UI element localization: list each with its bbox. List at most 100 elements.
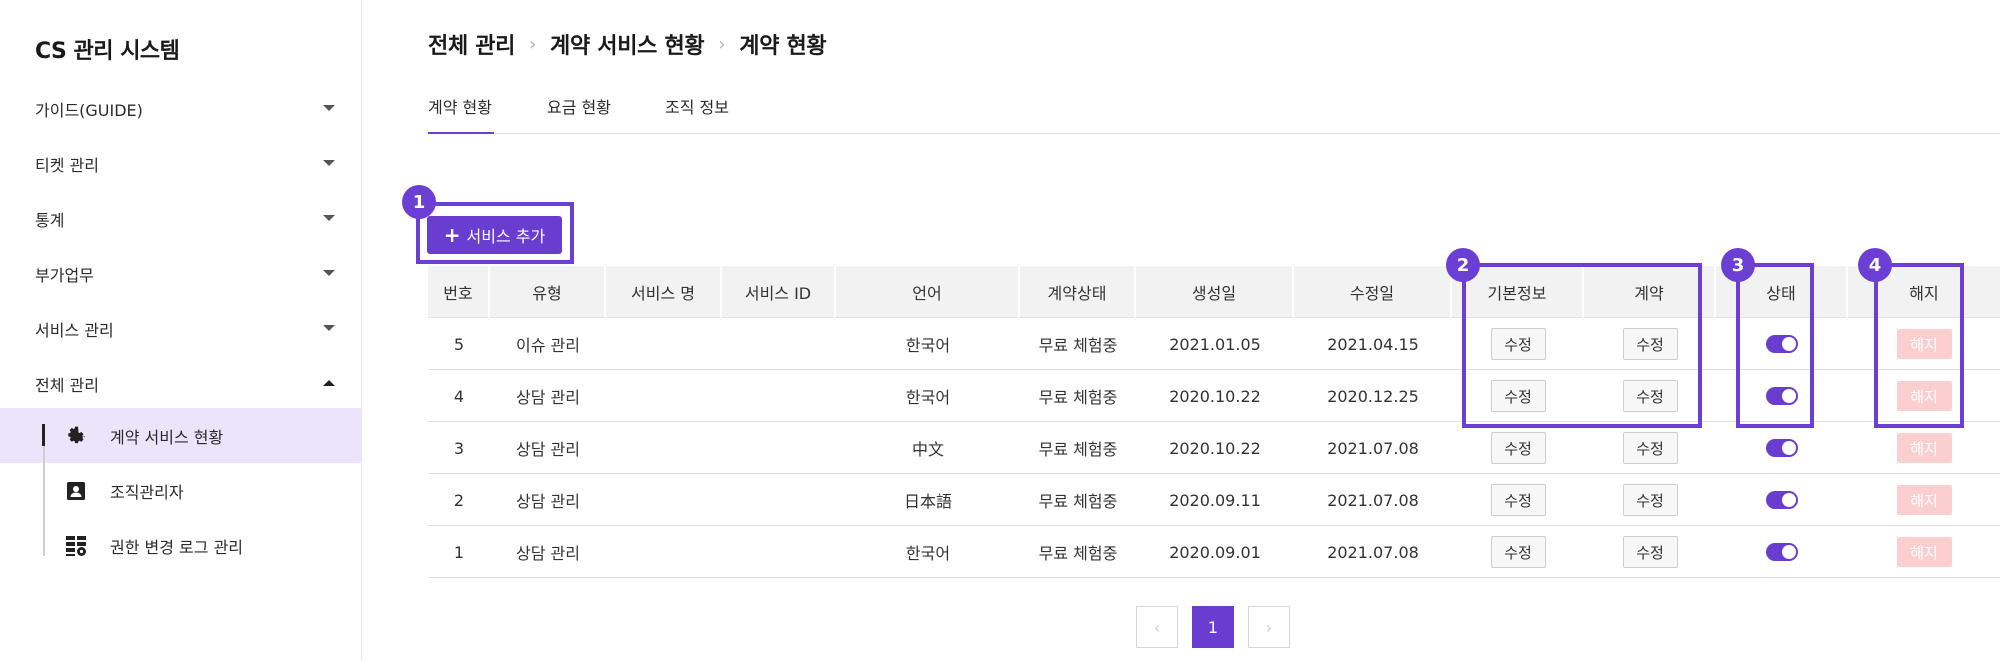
cell-cancel: 해지 xyxy=(1848,474,2000,526)
edit-basic-info-button[interactable]: 수정 xyxy=(1490,536,1546,568)
annotation-badge-3: 3 xyxy=(1721,248,1755,282)
chevron-up-icon xyxy=(323,380,335,386)
tab-org-info[interactable]: 조직 정보 xyxy=(665,94,729,134)
edit-basic-info-button[interactable]: 수정 xyxy=(1490,484,1546,516)
cell-service-name xyxy=(606,474,722,526)
column-header: 번호 xyxy=(428,266,490,318)
cell-service-name xyxy=(606,318,722,370)
column-header: 유형 xyxy=(490,266,606,318)
edit-contract-button[interactable]: 수정 xyxy=(1622,484,1678,516)
sidebar-item-label: 권한 변경 로그 관리 xyxy=(110,538,244,557)
cell-language: 日本語 xyxy=(903,492,952,511)
status-toggle[interactable] xyxy=(1766,439,1798,457)
cell-number: 5 xyxy=(453,334,465,354)
chevron-right-icon: › xyxy=(718,33,726,55)
menu-label: 가이드(GUIDE) xyxy=(35,101,143,120)
toggle-knob xyxy=(1782,493,1796,507)
cell-basic-info: 수정 xyxy=(1452,526,1584,578)
toggle-knob xyxy=(1782,441,1796,455)
cell-type: 이슈 관리 xyxy=(516,336,580,355)
cell-modified: 2021.07.08 xyxy=(1327,438,1419,458)
breadcrumb-item[interactable]: 전체 관리 xyxy=(428,28,515,60)
cell-language: 한국어 xyxy=(905,336,951,355)
menu-item-ticket[interactable]: 티켓 관리 xyxy=(0,140,362,184)
menu-item-guide[interactable]: 가이드(GUIDE) xyxy=(0,85,362,129)
cell-contract: 수정 xyxy=(1584,422,1716,474)
status-toggle[interactable] xyxy=(1766,491,1798,509)
cancel-contract-button[interactable]: 해지 xyxy=(1896,485,1952,515)
cell-service-name xyxy=(606,526,722,578)
tab-fee-status[interactable]: 요금 현황 xyxy=(547,94,611,134)
cell-number: 4 xyxy=(453,386,465,406)
cell-contract: 수정 xyxy=(1584,474,1716,526)
sidebar-item-org-admin[interactable]: 조직관리자 xyxy=(0,463,362,518)
cell-created: 2020.09.11 xyxy=(1169,490,1261,510)
annotation-badge-4: 4 xyxy=(1858,248,1892,282)
column-header: 생성일 xyxy=(1136,266,1294,318)
sidebar-item-contract-service-status[interactable]: 계약 서비스 현황 xyxy=(0,408,362,463)
cell-number: 1 xyxy=(453,542,465,562)
table-row: 2 상담 관리 日本語 무료 체험중 2020.09.11 2021.07.08… xyxy=(428,474,2000,526)
annotation-box-2 xyxy=(1462,263,1702,428)
cell-language: 한국어 xyxy=(905,544,951,563)
menu-item-stats[interactable]: 통계 xyxy=(0,195,362,239)
menu-label: 서비스 관리 xyxy=(35,321,114,340)
edit-basic-info-button[interactable]: 수정 xyxy=(1490,432,1546,464)
menu-item-extra-work[interactable]: 부가업무 xyxy=(0,250,362,294)
breadcrumb: 전체 관리 › 계약 서비스 현황 › 계약 현황 xyxy=(428,28,827,60)
cell-created: 2021.01.05 xyxy=(1169,334,1261,354)
menu-label: 티켓 관리 xyxy=(35,156,99,175)
breadcrumb-item[interactable]: 계약 서비스 현황 xyxy=(550,28,705,60)
tab-bar: 계약 현황 요금 현황 조직 정보 xyxy=(428,90,2000,134)
toggle-knob xyxy=(1782,545,1796,559)
cell-cancel: 해지 xyxy=(1848,526,2000,578)
chevron-down-icon xyxy=(323,105,335,111)
cell-service-id xyxy=(722,318,836,370)
cell-status: 무료 체험중 xyxy=(1038,544,1118,563)
cell-modified: 2020.12.25 xyxy=(1327,386,1419,406)
cell-created: 2020.09.01 xyxy=(1169,542,1261,562)
pagination-next-button[interactable]: › xyxy=(1248,606,1290,648)
cell-status: 무료 체험중 xyxy=(1038,440,1118,459)
tab-contract-status[interactable]: 계약 현황 xyxy=(428,94,494,134)
menu-label: 통계 xyxy=(35,211,65,230)
menu-label: 전체 관리 xyxy=(35,376,99,395)
cancel-contract-button[interactable]: 해지 xyxy=(1896,537,1952,567)
status-toggle[interactable] xyxy=(1766,543,1798,561)
menu-item-service-management[interactable]: 서비스 관리 xyxy=(0,305,362,349)
log-settings-icon xyxy=(64,534,88,558)
cell-cancel: 해지 xyxy=(1848,422,2000,474)
column-header: 수정일 xyxy=(1294,266,1452,318)
cell-type: 상담 관리 xyxy=(516,440,580,459)
cell-service-id xyxy=(722,422,836,474)
cell-language: 한국어 xyxy=(905,388,951,407)
cell-status: 무료 체험중 xyxy=(1038,492,1118,511)
chevron-down-icon xyxy=(323,270,335,276)
cell-status: 무료 체험중 xyxy=(1038,336,1118,355)
chevron-down-icon xyxy=(323,160,335,166)
cell-status: 무료 체험중 xyxy=(1038,388,1118,407)
cell-modified: 2021.04.15 xyxy=(1327,334,1419,354)
cancel-contract-button[interactable]: 해지 xyxy=(1896,433,1952,463)
annotation-badge-1: 1 xyxy=(402,185,436,219)
cell-contract: 수정 xyxy=(1584,526,1716,578)
edit-contract-button[interactable]: 수정 xyxy=(1622,432,1678,464)
cell-service-name xyxy=(606,422,722,474)
sidebar-item-permission-log[interactable]: 권한 변경 로그 관리 xyxy=(0,518,362,573)
cell-language: 中文 xyxy=(911,440,944,459)
column-header: 계약상태 xyxy=(1020,266,1136,318)
menu-item-total-management[interactable]: 전체 관리 xyxy=(0,360,362,404)
column-header: 서비스 명 xyxy=(606,266,722,318)
table-row: 1 상담 관리 한국어 무료 체험중 2020.09.01 2021.07.08… xyxy=(428,526,2000,578)
cell-type: 상담 관리 xyxy=(516,544,580,563)
cell-state xyxy=(1716,526,1848,578)
pagination-page-button[interactable]: 1 xyxy=(1192,606,1234,648)
edit-contract-button[interactable]: 수정 xyxy=(1622,536,1678,568)
cell-basic-info: 수정 xyxy=(1452,422,1584,474)
cell-state xyxy=(1716,422,1848,474)
pagination-prev-button[interactable]: ‹ xyxy=(1136,606,1178,648)
cell-created: 2020.10.22 xyxy=(1169,438,1261,458)
cell-modified: 2021.07.08 xyxy=(1327,490,1419,510)
annotation-box-3 xyxy=(1736,263,1814,428)
annotation-box-4 xyxy=(1874,263,1964,428)
